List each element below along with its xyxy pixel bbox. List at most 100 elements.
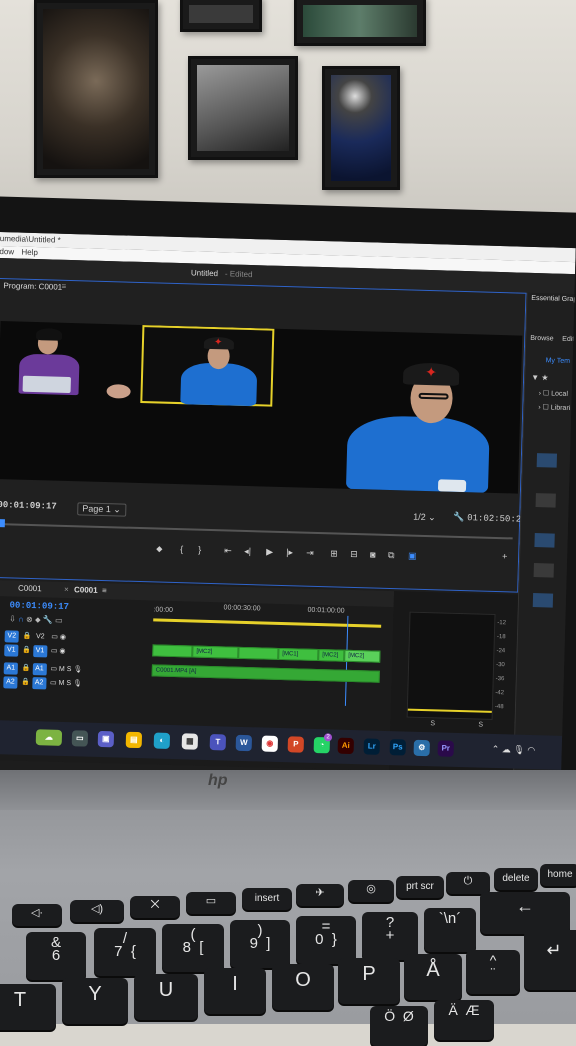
template-thumb-4[interactable] [533, 563, 554, 578]
source-v1[interactable]: V1 [4, 644, 19, 657]
resolution-select[interactable]: 1/2 ⌄ [413, 512, 436, 524]
insert-icon[interactable]: ⇩ [9, 614, 18, 623]
key-o-stroke[interactable]: Ö Ø [370, 1006, 428, 1046]
extract-icon[interactable]: ⊟ [350, 549, 358, 560]
key-a-ring[interactable]: Å [404, 954, 462, 1000]
menu-help[interactable]: Help [21, 248, 38, 257]
microphone-icon[interactable]: 🎙 [513, 745, 525, 755]
target-a1[interactable]: A1 [32, 663, 47, 676]
edge-icon[interactable]: ◐ [153, 732, 171, 749]
filter-icon[interactable]: ▼ ★ [531, 373, 549, 382]
key-6[interactable]: & 6 [26, 932, 86, 980]
store-icon[interactable]: ▦ [181, 733, 199, 750]
key-airplane[interactable]: ✈ [296, 884, 344, 906]
key-power[interactable]: ⏻ [446, 872, 490, 894]
key-caret[interactable]: ^ ¨ [466, 950, 520, 994]
program-scrubber[interactable] [0, 519, 513, 540]
video-clip-2[interactable]: [MC2] [192, 645, 239, 659]
tab-sequence-2[interactable]: C0001 [74, 585, 98, 595]
panel-menu-icon[interactable]: ≡ [102, 586, 107, 595]
key-backspace[interactable]: ← [480, 892, 570, 934]
page-select[interactable]: Page 1 ⌄ [77, 502, 127, 517]
mark-in-icon[interactable]: { [180, 544, 183, 554]
template-thumb-3[interactable] [534, 533, 555, 548]
step-back-icon[interactable]: ◂| [244, 546, 251, 557]
go-to-in-icon[interactable]: ⇤ [224, 545, 232, 556]
template-thumb-2[interactable] [535, 493, 556, 508]
video-clip-4[interactable]: [MC1] [278, 647, 319, 662]
source-v2[interactable]: V2 [4, 630, 19, 643]
export-frame-icon[interactable]: ◙ [370, 549, 376, 559]
word-icon[interactable]: W [235, 734, 253, 752]
selected-inset-clip[interactable]: ✦ [140, 325, 275, 407]
eye-icon[interactable]: ◉ [60, 634, 66, 641]
key-7[interactable]: / 7 { [94, 928, 156, 976]
snap-icon[interactable]: ∩ [18, 615, 26, 624]
libraries-item[interactable]: › ☐ Librari [538, 403, 570, 412]
tab-browse[interactable]: Browse [530, 335, 554, 343]
key-plus[interactable]: ? + [362, 912, 418, 960]
film-icon[interactable]: ▭ [51, 648, 58, 655]
linked-selection-icon[interactable]: ⊗ [26, 615, 35, 624]
template-thumb-5[interactable] [532, 593, 554, 608]
lock-icon[interactable]: 🔒 [23, 633, 32, 640]
timeline-timecode[interactable]: 00:01:09:17 [9, 600, 69, 612]
key-delete[interactable]: delete [494, 868, 538, 890]
microphone-icon[interactable]: 🎙 [73, 666, 82, 673]
target-a2[interactable]: A2 [31, 677, 47, 690]
widgets-icon[interactable]: ☁ [35, 729, 63, 746]
program-timecode[interactable]: 00:01:09:17 [0, 500, 57, 512]
panel-menu-icon[interactable]: ≡ [61, 282, 66, 291]
microphone-icon[interactable]: 🎙 [73, 680, 82, 687]
my-templates-label[interactable]: My Tem [546, 357, 571, 365]
video-clip-3[interactable] [238, 646, 279, 660]
eye-icon[interactable]: ◉ [59, 648, 65, 655]
mute-a2[interactable]: M [58, 680, 64, 687]
video-clip-5[interactable]: [MC2] [318, 649, 345, 662]
key-y[interactable]: Y [62, 978, 128, 1024]
key-p[interactable]: P [338, 958, 400, 1004]
wifi-icon[interactable]: ◠ [527, 745, 535, 755]
system-tray[interactable]: ⌃ ☁ 🎙 ◠ [492, 744, 536, 756]
powerpoint-icon[interactable]: P [287, 736, 305, 753]
video-clip-6[interactable]: [MC2] [344, 649, 381, 663]
go-to-out-icon[interactable]: ⇥ [306, 548, 314, 559]
photoshop-icon[interactable]: Ps [389, 739, 406, 756]
illustrator-icon[interactable]: Ai [337, 737, 355, 755]
target-v1[interactable]: V1 [32, 645, 48, 658]
sync-icon[interactable]: ▭ [50, 666, 57, 673]
key-f2[interactable]: ◁) [70, 900, 124, 922]
solo-left-label[interactable]: S [430, 720, 435, 727]
key-insert[interactable]: insert [242, 888, 292, 910]
menu-window[interactable]: dow [0, 247, 14, 256]
key-0[interactable]: = 0 } [296, 916, 356, 964]
lock-icon[interactable]: 🔒 [22, 647, 31, 654]
key-a-umlaut[interactable]: Ä Æ [434, 1000, 494, 1040]
key-f3[interactable]: ⨉ [130, 896, 180, 918]
key-f4[interactable]: ▭ [186, 892, 236, 914]
mute-a1[interactable]: M [59, 666, 65, 673]
lock-icon[interactable]: 🔒 [21, 679, 30, 686]
add-button-icon[interactable]: + [502, 551, 508, 561]
film-icon[interactable]: ▭ [51, 634, 58, 641]
playhead-marker[interactable] [0, 519, 5, 528]
key-prtscr[interactable]: prt scr [396, 876, 444, 898]
play-icon[interactable]: ▶ [266, 547, 273, 558]
teams-work-icon[interactable]: T [209, 734, 227, 751]
solo-a1[interactable]: S [67, 666, 72, 673]
captions-icon[interactable]: ▭ [55, 616, 63, 625]
wrench-icon[interactable]: 🔧 [453, 512, 464, 523]
key-u[interactable]: U [134, 974, 198, 1020]
lift-icon[interactable]: ⊞ [330, 548, 338, 559]
close-icon[interactable]: × [64, 585, 69, 594]
template-thumb-1[interactable] [536, 453, 558, 468]
local-templates-item[interactable]: › ☐ Local [539, 389, 568, 398]
add-marker-icon[interactable]: ⬥ [156, 543, 163, 554]
settings-icon[interactable]: ⚙ [413, 739, 430, 757]
key-8[interactable]: ( 8 [ [162, 924, 224, 972]
key-i[interactable]: I [204, 968, 266, 1014]
compare-icon[interactable]: ⧉ [388, 550, 395, 561]
key-accent[interactable]: `\n´ [424, 908, 476, 952]
sync-icon[interactable]: ▭ [50, 680, 57, 687]
chrome-icon[interactable]: ◉ [261, 735, 279, 752]
